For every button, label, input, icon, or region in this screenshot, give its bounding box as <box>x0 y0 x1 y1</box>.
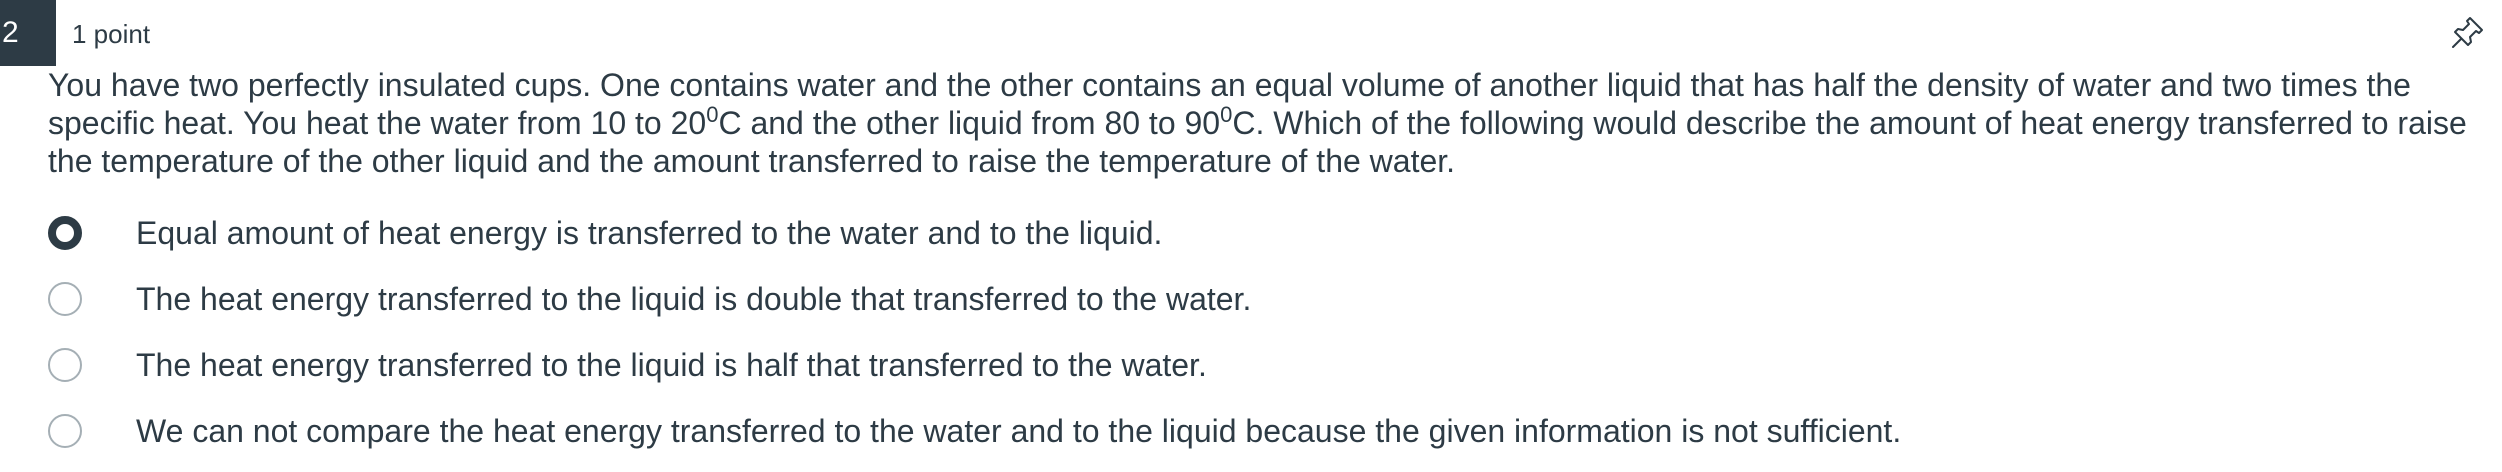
radio-button[interactable] <box>48 414 82 448</box>
answer-option-4[interactable]: We can not compare the heat energy trans… <box>48 398 2488 464</box>
answer-option-2[interactable]: The heat energy transferred to the liqui… <box>48 266 2488 332</box>
answer-list: Equal amount of heat energy is transferr… <box>48 200 2488 464</box>
radio-button-selected[interactable] <box>48 216 82 250</box>
degree-superscript: 0 <box>706 102 719 127</box>
answer-option-1[interactable]: Equal amount of heat energy is transferr… <box>48 200 2488 266</box>
answer-label: Equal amount of heat energy is transferr… <box>136 215 1163 251</box>
answer-label: The heat energy transferred to the liqui… <box>136 347 1207 383</box>
answer-label: The heat energy transferred to the liqui… <box>136 281 1252 317</box>
question-text: You have two perfectly insulated cups. O… <box>48 66 2488 180</box>
answer-label: We can not compare the heat energy trans… <box>136 413 1902 449</box>
question-number: 2 <box>0 0 56 66</box>
answer-option-3[interactable]: The heat energy transferred to the liqui… <box>48 332 2488 398</box>
pin-icon[interactable] <box>2448 12 2488 52</box>
question-points: 1 point <box>72 19 151 49</box>
radio-button[interactable] <box>48 282 82 316</box>
degree-superscript: 0 <box>1220 102 1233 127</box>
radio-button[interactable] <box>48 348 82 382</box>
question-text-part: C and the other liquid from 80 to 90 <box>718 105 1221 141</box>
